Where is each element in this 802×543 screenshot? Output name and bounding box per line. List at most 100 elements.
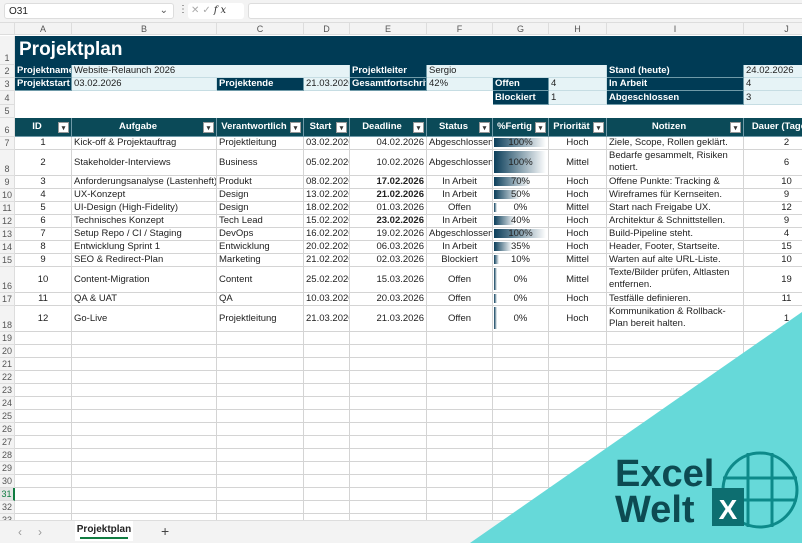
grid-cell[interactable] bbox=[304, 449, 350, 462]
cell-id[interactable]: 4 bbox=[15, 189, 72, 202]
grid-cell[interactable] bbox=[304, 397, 350, 410]
grid-cell[interactable] bbox=[350, 397, 427, 410]
cell-notes[interactable]: Architektur & Schnittstellen. bbox=[607, 215, 744, 228]
grid-cell[interactable] bbox=[72, 462, 217, 475]
grid-cell[interactable] bbox=[493, 397, 549, 410]
grid-cell[interactable] bbox=[217, 345, 304, 358]
grid-cell[interactable] bbox=[72, 345, 217, 358]
grid-cell[interactable] bbox=[15, 397, 72, 410]
grid-cell[interactable] bbox=[607, 423, 744, 436]
grid-cell[interactable] bbox=[217, 488, 304, 501]
row-header-17[interactable]: 17 bbox=[0, 293, 15, 306]
cell-pct_label[interactable]: 0% bbox=[493, 267, 549, 293]
cell-dur[interactable]: 10 bbox=[744, 254, 802, 267]
cell-pct_label[interactable]: 35% bbox=[493, 241, 549, 254]
cell-prio[interactable]: Hoch bbox=[549, 228, 607, 241]
grid-cell[interactable] bbox=[15, 475, 72, 488]
cell-owner[interactable]: Projektleitung bbox=[217, 137, 304, 150]
value-blockiert[interactable]: 1 bbox=[549, 91, 607, 105]
grid-cell[interactable] bbox=[427, 345, 493, 358]
filter-dropdown-icon[interactable]: ▾ bbox=[203, 122, 214, 133]
grid-cell[interactable] bbox=[493, 462, 549, 475]
cell-deadline[interactable]: 06.03.2026 bbox=[350, 241, 427, 254]
grid-cell[interactable] bbox=[549, 332, 607, 345]
cell-dur[interactable]: 11 bbox=[744, 293, 802, 306]
grid-cell[interactable] bbox=[549, 397, 607, 410]
value-gesamtfortschritt[interactable]: 42% bbox=[427, 78, 493, 91]
cell-task[interactable]: Entwicklung Sprint 1 bbox=[72, 241, 217, 254]
grid-cell[interactable] bbox=[350, 423, 427, 436]
grid-cell[interactable] bbox=[493, 488, 549, 501]
cell-owner[interactable]: QA bbox=[217, 293, 304, 306]
cell-task[interactable]: UX-Konzept bbox=[72, 189, 217, 202]
cell-status[interactable]: Offen bbox=[427, 293, 493, 306]
grid-cell[interactable] bbox=[549, 384, 607, 397]
grid-cell[interactable] bbox=[304, 501, 350, 514]
chevron-down-icon[interactable]: ⌄ bbox=[160, 5, 168, 16]
cell-id[interactable]: 9 bbox=[15, 254, 72, 267]
grid-cell[interactable] bbox=[72, 423, 217, 436]
grid-cell[interactable] bbox=[493, 384, 549, 397]
filter-dropdown-icon[interactable]: ▾ bbox=[58, 122, 69, 133]
grid-cell[interactable] bbox=[72, 371, 217, 384]
grid-cell[interactable] bbox=[744, 462, 802, 475]
grid-cell[interactable] bbox=[350, 501, 427, 514]
row-header-1[interactable]: 1 bbox=[0, 36, 15, 65]
cell-task[interactable]: Content-Migration bbox=[72, 267, 217, 293]
grid-cell[interactable] bbox=[304, 371, 350, 384]
name-box[interactable]: O31 ⌄ bbox=[4, 3, 174, 19]
column-header-J[interactable]: J bbox=[744, 23, 802, 35]
row-header-20[interactable]: 20 bbox=[0, 345, 15, 358]
grid-cell[interactable] bbox=[304, 436, 350, 449]
grid-cell[interactable] bbox=[744, 449, 802, 462]
cell-notes[interactable]: Texte/Bilder prüfen, Altlasten entfernen… bbox=[607, 267, 744, 293]
grid-cell[interactable] bbox=[217, 397, 304, 410]
grid-cell[interactable] bbox=[304, 358, 350, 371]
grid-cell[interactable] bbox=[549, 488, 607, 501]
grid-cell[interactable] bbox=[15, 410, 72, 423]
cell-start[interactable]: 15.02.2026 bbox=[304, 215, 350, 228]
row-header-31[interactable]: 31 bbox=[0, 488, 15, 501]
grid-cell[interactable] bbox=[427, 449, 493, 462]
cell-start[interactable]: 20.02.2026 bbox=[304, 241, 350, 254]
grid-cell[interactable] bbox=[72, 384, 217, 397]
cell-dur[interactable]: 19 bbox=[744, 267, 802, 293]
row-header-9[interactable]: 9 bbox=[0, 176, 15, 189]
cell-id[interactable]: 6 bbox=[15, 215, 72, 228]
grid-cell[interactable] bbox=[744, 410, 802, 423]
cell-dur[interactable]: 4 bbox=[744, 228, 802, 241]
cell-pct_label[interactable]: 40% bbox=[493, 215, 549, 228]
grid-cell[interactable] bbox=[72, 358, 217, 371]
grid-cell[interactable] bbox=[607, 384, 744, 397]
cell-status[interactable]: Offen bbox=[427, 267, 493, 293]
grid-cell[interactable] bbox=[350, 462, 427, 475]
cell-task[interactable]: Stakeholder-Interviews bbox=[72, 150, 217, 176]
cell-id[interactable]: 5 bbox=[15, 202, 72, 215]
row-header-25[interactable]: 25 bbox=[0, 410, 15, 423]
row-header-28[interactable]: 28 bbox=[0, 449, 15, 462]
cell-prio[interactable]: Hoch bbox=[549, 189, 607, 202]
grid-cell[interactable] bbox=[304, 475, 350, 488]
value-projektname[interactable]: Website-Relaunch 2026 bbox=[72, 65, 350, 78]
grid-cell[interactable] bbox=[549, 345, 607, 358]
row-header-18[interactable]: 18 bbox=[0, 306, 15, 332]
grid-cell[interactable] bbox=[549, 423, 607, 436]
grid-cell[interactable] bbox=[607, 358, 744, 371]
grid-cell[interactable] bbox=[427, 358, 493, 371]
grid-cell[interactable] bbox=[350, 371, 427, 384]
grid-cell[interactable] bbox=[72, 332, 217, 345]
column-header-E[interactable]: E bbox=[350, 23, 427, 35]
grid-cell[interactable] bbox=[15, 501, 72, 514]
cell-dur[interactable]: 12 bbox=[744, 202, 802, 215]
grid-cell[interactable] bbox=[549, 475, 607, 488]
grid-cell[interactable] bbox=[72, 488, 217, 501]
grid-cell[interactable] bbox=[72, 449, 217, 462]
cell-prio[interactable]: Mittel bbox=[549, 254, 607, 267]
table-header-9[interactable]: Dauer (Tage)▾ bbox=[744, 118, 802, 137]
grid-cell[interactable] bbox=[15, 358, 72, 371]
grid-cell[interactable] bbox=[493, 332, 549, 345]
column-header-A[interactable]: A bbox=[15, 23, 72, 35]
grid-cell[interactable] bbox=[304, 423, 350, 436]
cell-start[interactable]: 18.02.2026 bbox=[304, 202, 350, 215]
cell-notes[interactable]: Warten auf alte URL-Liste. bbox=[607, 254, 744, 267]
